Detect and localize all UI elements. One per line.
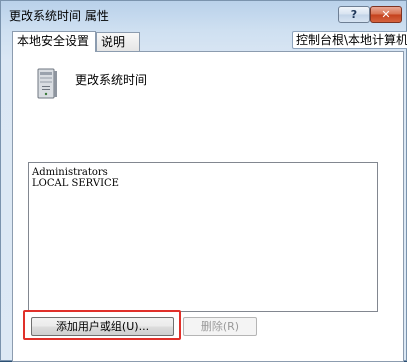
title-bar[interactable]: 更改系统时间 属性 ? ✕ <box>1 1 406 29</box>
tab-local-security-setting[interactable]: 本地安全设置 <box>12 31 96 52</box>
computer-icon <box>37 68 57 99</box>
tab-explain[interactable]: 说明 <box>96 32 140 51</box>
breadcrumb: 控制台根\本地计算机 身 <box>292 31 407 49</box>
remove-button[interactable]: 删除(R) <box>183 317 257 336</box>
tab-panel: 更改系统时间 Administrators LOCAL SERVICE 添加用户… <box>12 51 404 362</box>
properties-dialog: 更改系统时间 属性 ? ✕ 本地安全设置 说明 控制台根\本地计算机 身 更改系… <box>0 0 407 362</box>
help-button[interactable]: ? <box>338 6 370 23</box>
dialog-body: 本地安全设置 说明 控制台根\本地计算机 身 更改系统时间 Administra… <box>8 31 407 362</box>
window-title: 更改系统时间 属性 <box>9 9 109 23</box>
list-item[interactable]: LOCAL SERVICE <box>32 178 119 190</box>
add-user-or-group-button[interactable]: 添加用户或组(U)... <box>31 317 174 336</box>
policy-title: 更改系统时间 <box>75 73 148 87</box>
close-button[interactable]: ✕ <box>370 6 402 23</box>
account-list[interactable]: Administrators LOCAL SERVICE <box>28 162 378 312</box>
